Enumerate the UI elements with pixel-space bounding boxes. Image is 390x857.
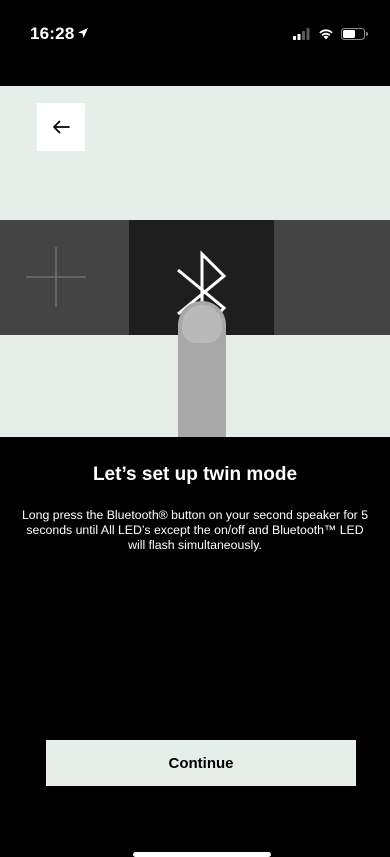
- home-indicator: [133, 852, 271, 857]
- status-bar: 16:28: [0, 0, 390, 54]
- wifi-icon: [319, 29, 333, 40]
- continue-button[interactable]: Continue: [46, 740, 356, 786]
- twin-mode-illustration: [0, 86, 390, 437]
- instructions-text: Long press the Bluetooth® button on your…: [21, 508, 369, 552]
- status-time: 16:28: [30, 24, 75, 43]
- location-arrow-icon: [78, 28, 88, 38]
- back-button[interactable]: [37, 103, 85, 151]
- arrow-left-icon: [53, 120, 70, 134]
- speaker-left-panel: [0, 220, 129, 335]
- battery-icon: [341, 28, 368, 40]
- plus-icon: [26, 247, 86, 307]
- page-title: Let’s set up twin mode: [92, 464, 298, 485]
- finger-press: [178, 301, 226, 437]
- cellular-signal-icon: [293, 28, 310, 40]
- speaker-right-panel: [274, 220, 390, 335]
- fingernail: [182, 305, 222, 343]
